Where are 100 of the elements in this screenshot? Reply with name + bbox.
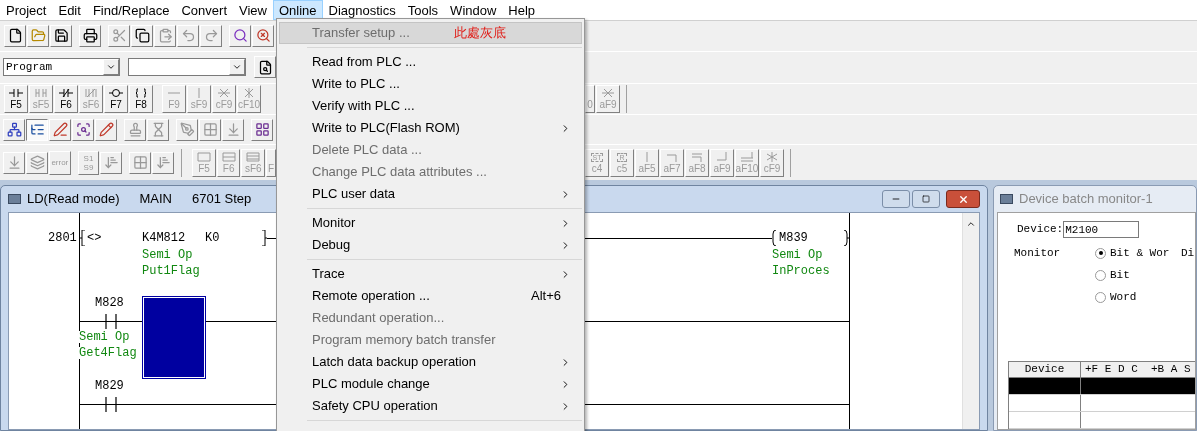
search-button[interactable] — [252, 24, 274, 47]
pen-tool-icon — [179, 122, 195, 138]
menu-bar-item[interactable]: Diagnostics — [322, 0, 402, 20]
menu-bar-item[interactable]: Project — [0, 0, 53, 20]
arrow-button[interactable] — [222, 118, 244, 141]
scrollbar[interactable] — [962, 213, 979, 429]
close-button[interactable] — [946, 190, 980, 208]
radio-button[interactable] — [1095, 247, 1106, 259]
device-comment: Put1Flag — [142, 265, 200, 277]
contact-symbol — [105, 397, 117, 412]
menu-item[interactable]: Safety CPU operation — [279, 395, 582, 417]
pencil-button[interactable] — [95, 118, 117, 141]
toolbar-button[interactable] — [26, 151, 48, 174]
document-search-icon — [257, 59, 273, 75]
menu-item[interactable]: PLC module change — [279, 373, 582, 395]
dropdown-field[interactable] — [128, 58, 246, 77]
radio-option[interactable]: Bit & Wor — [1095, 244, 1181, 262]
save-button[interactable] — [50, 24, 72, 47]
table-row[interactable] — [1009, 378, 1195, 395]
paste-button[interactable] — [154, 24, 176, 47]
toolbar-button[interactable] — [152, 151, 175, 174]
menu-bar-item[interactable]: Find/Replace — [86, 0, 176, 20]
toolbar-button[interactable] — [3, 151, 25, 174]
menu-item[interactable]: Debug — [279, 234, 582, 256]
cut-button[interactable] — [108, 24, 130, 47]
print-button[interactable] — [79, 24, 101, 47]
display-label: Di — [1181, 245, 1195, 261]
menu-bar-item[interactable]: Window — [444, 0, 503, 20]
radio-option[interactable]: Bit — [1095, 266, 1181, 284]
search-button[interactable] — [229, 24, 251, 47]
maximize-button[interactable] — [912, 190, 940, 208]
column-header: Device — [1009, 362, 1081, 377]
search-button[interactable] — [72, 118, 94, 141]
document-search-button[interactable] — [254, 56, 276, 79]
vline-delete-icon — [242, 88, 256, 98]
menu-item[interactable]: Monitor — [279, 212, 582, 234]
corner-icon — [665, 151, 679, 162]
operand-text: K0 — [205, 232, 220, 244]
pencil-icon — [98, 122, 114, 138]
device-comment: Semi Op — [142, 249, 193, 261]
search-icon — [232, 28, 248, 44]
stamp-button[interactable] — [124, 118, 146, 141]
undo-button[interactable] — [177, 24, 199, 47]
toolbar-button[interactable] — [100, 151, 123, 174]
menu-bar-item[interactable]: Tools — [401, 0, 445, 20]
menu-item[interactable]: Remote operation ... Alt+6 — [279, 285, 582, 307]
menu-item[interactable]: Read from PLC ... — [279, 51, 582, 73]
save-icon — [53, 28, 69, 44]
menu-bar-item[interactable]: Help — [502, 0, 542, 20]
double-line-icon — [740, 151, 754, 162]
box3-icon — [246, 151, 261, 162]
corner-up-icon — [715, 151, 729, 162]
hline-delete-icon — [601, 88, 615, 98]
menu-item[interactable]: Verify with PLC ... — [279, 95, 582, 117]
menu-bar-item[interactable]: View — [233, 0, 273, 20]
new-file-button[interactable] — [4, 24, 26, 47]
open-folder-button[interactable] — [27, 24, 49, 47]
corner-double-icon — [690, 151, 704, 162]
pen-button[interactable] — [49, 118, 71, 141]
radio-option[interactable]: Word — [1095, 288, 1181, 306]
copy-button[interactable] — [131, 24, 153, 47]
window-title: Device batch monitor-1 — [1019, 190, 1153, 209]
grid-button[interactable] — [251, 118, 273, 141]
redo-button[interactable] — [200, 24, 222, 47]
pen-tool-button[interactable] — [176, 118, 198, 141]
device-comment: Get4Flag — [79, 347, 137, 359]
instruction-bracket — [261, 230, 267, 246]
print-icon — [82, 28, 98, 44]
toolbar-button[interactable] — [129, 151, 152, 174]
menu-item[interactable]: Write to PLC(Flash ROM) — [279, 117, 582, 139]
toolbar-button[interactable]: F6 — [54, 85, 78, 113]
contact-parallel-icon — [34, 88, 48, 98]
box2-icon — [221, 151, 236, 162]
pen-icon — [52, 122, 68, 138]
minimize-button[interactable] — [882, 190, 910, 208]
menu-item[interactable]: PLC user data — [279, 183, 582, 205]
redo-icon — [203, 28, 219, 44]
menu-item[interactable]: Write to PLC ... — [279, 73, 582, 95]
grid-button[interactable] — [199, 118, 221, 141]
device-comment: Semi Op — [772, 249, 823, 261]
menu-bar-item[interactable]: Edit — [52, 0, 87, 20]
device-comment: Semi Op — [79, 331, 130, 343]
toolbar-button[interactable]: F5 — [4, 85, 28, 113]
hourglass-button[interactable] — [147, 118, 169, 141]
list-tree-button[interactable] — [26, 118, 48, 141]
menu-item[interactable]: Latch data backup operation — [279, 351, 582, 373]
program-select[interactable]: Program — [3, 58, 120, 77]
toolbar-button[interactable]: F8 — [129, 85, 153, 113]
menu-item[interactable]: Trace — [279, 263, 582, 285]
radio-button[interactable] — [1095, 291, 1106, 303]
menu-bar-item[interactable]: Online — [272, 0, 323, 20]
search-icon — [255, 28, 271, 44]
toolbar-button[interactable]: F7 — [104, 85, 128, 113]
step-number: 2801 — [48, 232, 77, 244]
device-label: Device: — [1017, 222, 1064, 238]
radio-button[interactable] — [1095, 269, 1106, 281]
contact-icon — [9, 88, 23, 98]
device-field[interactable]: M2100 — [1063, 221, 1140, 238]
menu-bar-item[interactable]: Convert — [175, 0, 233, 20]
network-button[interactable] — [3, 118, 25, 141]
